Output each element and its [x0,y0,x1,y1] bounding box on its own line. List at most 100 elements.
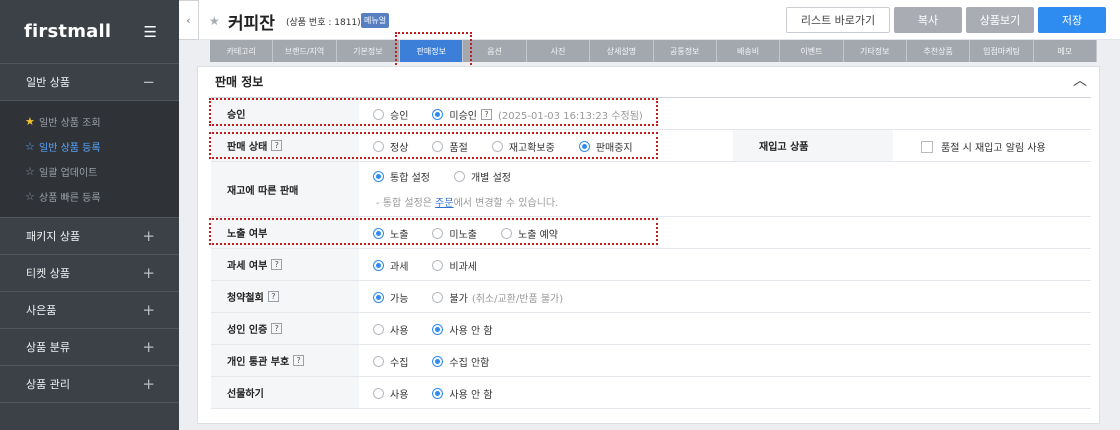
help-icon[interactable]: ? [481,109,493,120]
radio-collect[interactable]: 수집 [373,354,408,369]
tab-recommended[interactable]: 추천상품 [906,40,971,62]
radio-gift-use[interactable]: 사용 [373,386,408,401]
radio-adult-use[interactable]: 사용 [373,322,408,337]
collapse-icon[interactable]: − [142,73,155,91]
radio-circle[interactable] [373,388,384,399]
hamburger-menu-icon[interactable]: ☰ [144,23,157,41]
sidebar-collapse-button[interactable]: ‹ [179,0,199,40]
favorite-star-icon[interactable]: ☆ [25,190,39,203]
help-icon[interactable]: ? [271,259,283,270]
tab-memo[interactable]: 메모 [1033,40,1098,62]
radio-circle[interactable] [373,141,384,152]
radio-not-collect[interactable]: 수집 안함 [432,354,489,369]
radio-not-exposed[interactable]: 미노출 [432,226,477,241]
submenu-item-bulk-update[interactable]: ☆ 일괄 업데이트 [0,159,179,184]
radio-unapproved[interactable]: 미승인? [432,107,493,122]
radio-circle[interactable] [578,141,590,152]
submenu-item-product-list[interactable]: ★ 일반 상품 조회 [0,109,179,134]
restock-alert-checkbox[interactable] [921,140,933,153]
sidebar-section-categories[interactable]: 상품 분류 + [0,329,179,366]
option-label: 불가 [449,294,468,305]
restock-option[interactable]: 품절 시 재입고 알림 사용 [921,139,1046,154]
radio-circle[interactable] [432,228,444,239]
radio-circle[interactable] [373,171,384,182]
sidebar-section-product-management[interactable]: 상품 관리 + [0,366,179,403]
radio-restocking[interactable]: 재고확보중 [491,139,555,154]
radio-circle[interactable] [373,260,384,271]
radio-exposure-reserved[interactable]: 노출 예약 [501,226,558,241]
tab-description[interactable]: 상세설명 [590,40,654,62]
radio-circle[interactable] [373,356,384,367]
expand-icon[interactable]: + [142,301,155,319]
radio-individual-setting[interactable]: 개별 설정 [453,169,511,184]
tab-basic-info[interactable]: 기본정보 [336,40,401,62]
help-icon[interactable]: ? [267,291,279,302]
sidebar-section-ticket-products[interactable]: 티켓 상품 + [0,255,179,292]
submenu-item-product-register[interactable]: ☆ 일반 상품 등록 [0,134,179,159]
favorite-star-icon[interactable]: ☆ [25,165,39,178]
logo[interactable]: firstmall [24,21,111,42]
expand-icon[interactable]: + [142,375,155,393]
radio-withdrawal-allowed[interactable]: 가능 [373,290,408,305]
favorite-star-icon[interactable]: ★ [25,115,39,128]
help-icon[interactable]: ? [271,323,283,334]
radio-circle[interactable] [373,109,384,120]
radio-unified-setting[interactable]: 통합 설정 [373,169,430,184]
radio-circle[interactable] [432,141,444,152]
radio-circle[interactable] [432,292,444,303]
submenu-item-quick-register[interactable]: ☆ 상품 빠른 등록 [0,184,179,209]
radio-circle[interactable] [432,109,444,120]
help-icon[interactable]: ? [271,140,283,151]
radio-circle[interactable] [453,171,465,182]
expand-icon[interactable]: + [142,264,155,282]
radio-circle[interactable] [373,324,384,335]
radio-sale-stopped[interactable]: 판매중지 [578,139,633,154]
sidebar-section-package-products[interactable]: 패키지 상품 + [0,218,179,255]
favorite-star-icon[interactable]: ★ [209,14,220,28]
radio-withdrawal-not-allowed[interactable]: 불가 [432,290,468,305]
radio-normal[interactable]: 정상 [373,139,408,154]
go-to-list-button[interactable]: 리스트 바로가기 [786,7,890,33]
tab-other-info[interactable]: 기타정보 [843,40,907,62]
manual-badge[interactable]: 메뉴얼 [361,13,390,28]
tab-category[interactable]: 카테고리 [210,40,274,62]
radio-circle[interactable] [432,356,444,367]
collapse-caret-icon[interactable]: ︿ [1073,70,1087,90]
radio-circle[interactable] [432,324,444,335]
help-icon[interactable]: ? [293,355,305,366]
tab-brand-region[interactable]: 브랜드/지역 [273,40,337,62]
expand-icon[interactable]: + [142,227,155,245]
radio-gift-not-use[interactable]: 사용 안 함 [432,386,493,401]
sidebar-section-general-products[interactable]: 일반 상품 − [0,64,179,101]
tab-sales-info[interactable]: 판매정보 [400,40,464,62]
tab-store-marketing[interactable]: 입점마케팅 [970,40,1034,62]
radio-circle[interactable] [491,141,503,152]
radio-sold-out[interactable]: 품절 [432,139,468,154]
favorite-star-icon[interactable]: ☆ [25,140,39,153]
view-product-button[interactable]: 상품보기 [966,7,1034,33]
tab-common-info[interactable]: 공통정보 [653,40,717,62]
tab-shipping[interactable]: 배송비 [716,40,781,62]
radio-adult-not-use[interactable]: 사용 안 함 [432,322,493,337]
radio-circle[interactable] [373,228,384,239]
radio-tax-free[interactable]: 비과세 [432,258,477,273]
order-link[interactable]: 주문 [435,194,453,209]
radio-approved[interactable]: 승인 [373,107,408,122]
radio-taxable[interactable]: 과세 [373,258,408,273]
tab-event[interactable]: 이벤트 [780,40,844,62]
copy-button[interactable]: 복사 [894,7,962,33]
tab-photos[interactable]: 사진 [526,40,591,62]
radio-circle[interactable] [373,292,384,303]
option-label: 노출 예약 [518,230,558,241]
radio-circle[interactable] [501,228,513,239]
field-label: 성인 인증? [211,313,359,344]
save-button[interactable]: 저장 [1038,7,1106,33]
radio-circle[interactable] [432,388,444,399]
radio-exposed[interactable]: 노출 [373,226,408,241]
sidebar-section-gifts[interactable]: 사은품 + [0,292,179,329]
checkbox-label: 품절 시 재입고 알림 사용 [941,143,1046,154]
expand-icon[interactable]: + [142,338,155,356]
radio-circle[interactable] [432,260,444,271]
tab-options[interactable]: 옵션 [463,40,527,62]
row-tax: 과세 여부? 과세 비과세 [211,249,1091,281]
